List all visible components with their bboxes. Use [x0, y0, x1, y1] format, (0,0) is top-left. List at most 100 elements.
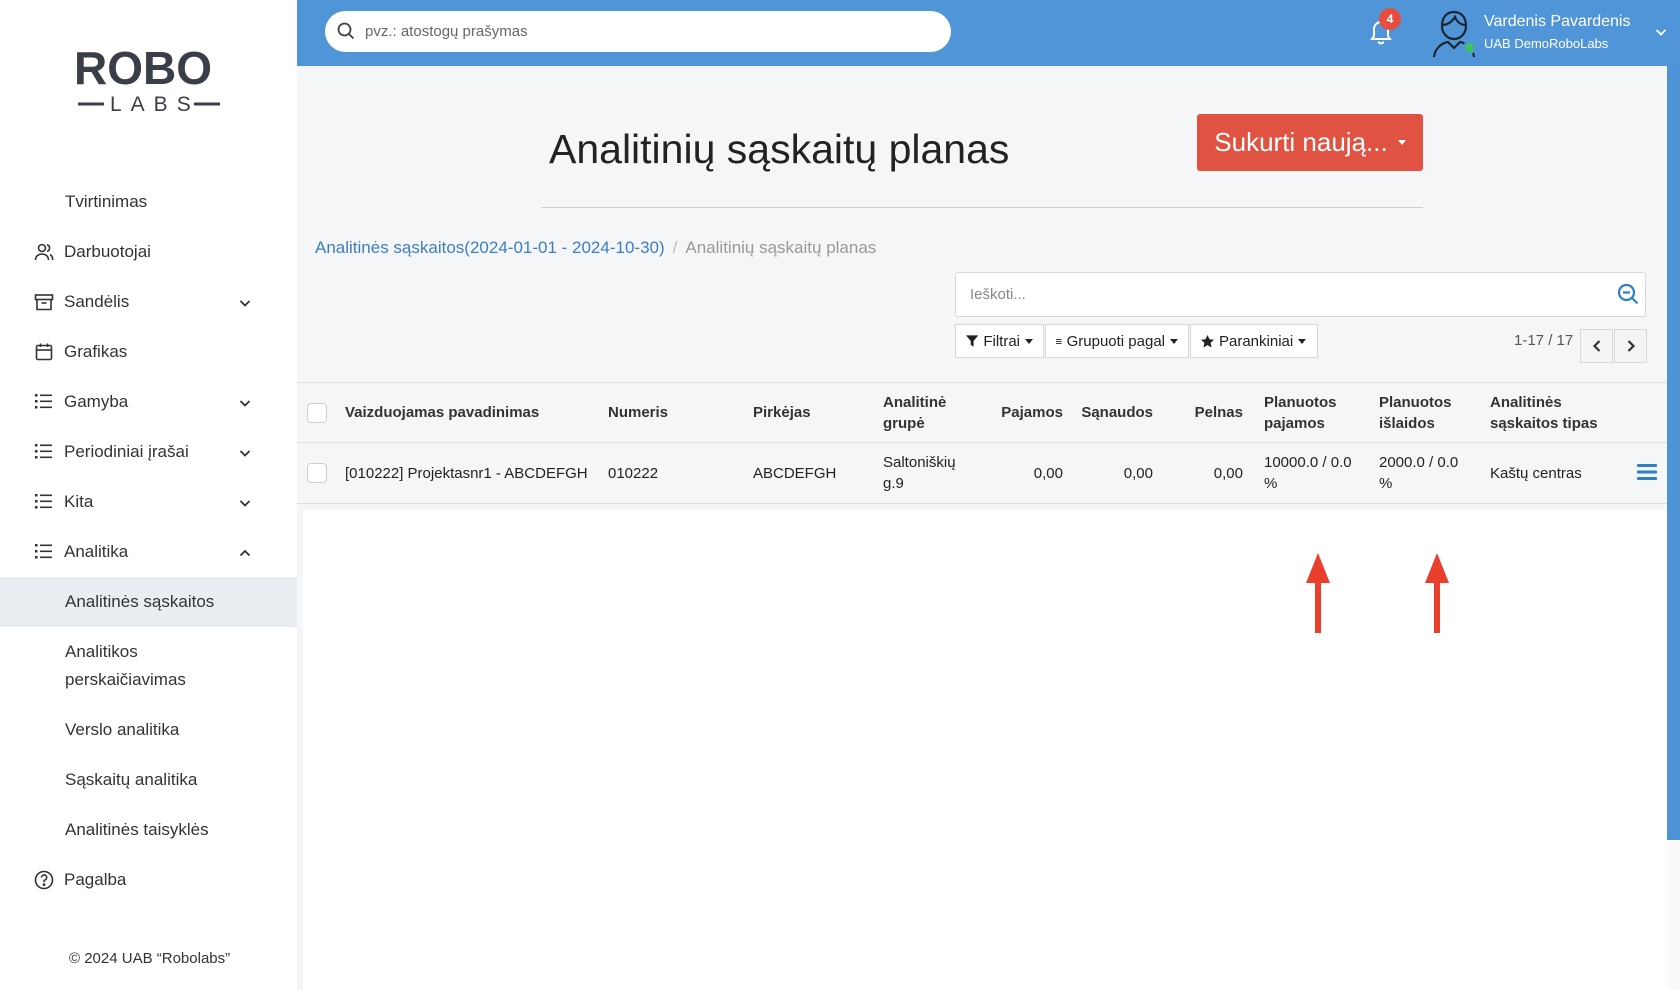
favorites-button[interactable]: Parankiniai: [1190, 324, 1318, 358]
search-icon[interactable]: [1617, 283, 1639, 305]
column-header-planned-expenses-line1: Planuotos: [1379, 393, 1452, 411]
chevron-down-icon: [238, 395, 252, 409]
scrollbar-thumb[interactable]: [1667, 66, 1680, 840]
filters-label: Filtrai: [983, 332, 1020, 350]
sidebar-item-label: Sąskaitų analitika: [65, 770, 198, 789]
chevron-down-icon: [238, 495, 252, 509]
chevron-down-icon: [238, 445, 252, 459]
column-header-type-line2: sąskaitos tipas: [1490, 414, 1598, 432]
column-header-planned-income[interactable]: Planuotos pajamos: [1264, 383, 1337, 442]
annotation-arrow-up-icon: [1306, 553, 1330, 633]
column-header-planned-expenses[interactable]: Planuotos išlaidos: [1379, 383, 1452, 442]
cell-group-line1: Saltoniškių: [883, 454, 956, 471]
user-name[interactable]: Vardenis Pavardenis: [1484, 13, 1630, 31]
column-header-planned-income-line1: Planuotos: [1264, 393, 1337, 411]
sidebar-item-darbuotojai[interactable]: Darbuotojai: [0, 227, 297, 277]
sidebar-item-analitikos-perskaiciavimas[interactable]: Analitikos perskaičiavimas: [0, 627, 297, 705]
sidebar-item-pagalba[interactable]: Pagalba: [0, 855, 297, 905]
sidebar-item-label: Kita: [64, 492, 94, 511]
column-header-planned-expenses-line2: išlaidos: [1379, 414, 1435, 432]
column-header-profit[interactable]: Pelnas: [1167, 383, 1243, 442]
row-checkbox[interactable]: [307, 463, 327, 483]
sidebar-item-saskaitu-analitika[interactable]: Sąskaitų analitika: [0, 755, 297, 805]
sidebar-item-grafikas[interactable]: Grafikas: [0, 327, 297, 377]
sidebar-item-gamyba[interactable]: Gamyba: [0, 377, 297, 427]
pager-previous-button[interactable]: [1580, 329, 1613, 363]
list-empty-area: [303, 510, 1667, 990]
robolabs-logo[interactable]: ROBO LABS: [74, 42, 224, 120]
create-new-button[interactable]: Sukurti naują...: [1197, 114, 1423, 171]
group-by-button[interactable]: Grupuoti pagal: [1045, 324, 1189, 358]
scrollbar[interactable]: [1667, 66, 1680, 990]
cell-group: Saltoniškių g.9: [883, 443, 956, 503]
page-title: Analitinių sąskaitų planas: [549, 126, 1010, 172]
global-search: [325, 11, 951, 52]
bars-icon: [1056, 338, 1062, 344]
cell-planned-income: 10000.0 / 0.0%: [1264, 443, 1352, 503]
sidebar-item-verslo-analitika[interactable]: Verslo analitika: [0, 705, 297, 755]
sidebar-item-label: Grafikas: [64, 342, 128, 361]
sidebar-item-sandelis[interactable]: Sandėlis: [0, 277, 297, 327]
favorites-label: Parankiniai: [1219, 332, 1294, 350]
online-status-indicator: [1463, 41, 1476, 54]
sidebar-item-label: Darbuotojai: [64, 242, 151, 261]
sidebar-item-analitines-saskaitos[interactable]: Analitinės sąskaitos: [0, 577, 297, 627]
sidebar-item-periodiniai-irasai[interactable]: Periodiniai įrašai: [0, 427, 297, 477]
title-divider: [541, 207, 1423, 208]
breadcrumb-current: Analitinių sąskaitų planas: [685, 238, 877, 257]
cell-profit: 0,00: [1213, 464, 1243, 482]
column-header-name[interactable]: Vaizduojamas pavadinimas: [345, 383, 539, 442]
column-header-income[interactable]: Pajamos: [977, 383, 1063, 442]
top-bar: 4 Vardenis Pavardenis UAB DemoRoboLabs: [297, 0, 1680, 66]
sidebar-item-label: Analitikos perskaičiavimas: [65, 638, 186, 694]
breadcrumb-link[interactable]: Analitinės sąskaitos(2024-01-01 - 2024-1…: [315, 238, 665, 257]
user-company: UAB DemoRoboLabs: [1484, 36, 1609, 51]
global-search-input[interactable]: [365, 11, 935, 52]
filters-button[interactable]: Filtrai: [955, 324, 1044, 358]
cell-planned-income-line2: %: [1264, 475, 1278, 492]
sidebar-item-label: Gamyba: [64, 392, 129, 411]
column-header-costs[interactable]: Sąnaudos: [1057, 383, 1153, 442]
group-by-label: Grupuoti pagal: [1066, 332, 1165, 350]
column-header-type[interactable]: Analitinės sąskaitos tipas: [1490, 383, 1598, 442]
row-menu-icon[interactable]: [1637, 463, 1657, 481]
chevron-left-icon: [1592, 340, 1600, 352]
sidebar-item-label-line2: perskaičiavimas: [65, 670, 186, 689]
column-header-group-line2: grupė: [883, 414, 925, 432]
column-header-group[interactable]: Analitinė grupė: [883, 383, 946, 442]
sidebar-item-label: Periodiniai įrašai: [64, 442, 189, 461]
select-all-checkbox[interactable]: [307, 402, 327, 423]
chevron-down-icon[interactable]: [1654, 25, 1668, 39]
caret-down-icon: [1025, 338, 1033, 344]
cell-planned-income-line1: 10000.0 / 0.0: [1264, 454, 1352, 471]
column-header-number[interactable]: Numeris: [608, 383, 668, 442]
cell-planned-expenses: 2000.0 / 0.0%: [1379, 443, 1458, 503]
caret-down-icon: [1170, 338, 1178, 344]
sidebar-item-label: Pagalba: [64, 870, 127, 889]
chevron-right-icon: [1627, 340, 1635, 352]
list-search: [955, 272, 1646, 317]
star-icon: [1201, 334, 1214, 347]
sidebar-item-label-line1: Analitikos: [65, 642, 138, 661]
table-header: Vaizduojamas pavadinimas Numeris Pirkėja…: [297, 382, 1667, 443]
chevron-up-icon: [238, 545, 252, 559]
table-row[interactable]: [010222] Projektasnr1 - ABCDEFGH 010222 …: [297, 443, 1667, 504]
caret-down-icon: [1397, 140, 1406, 145]
sidebar-item-label: Verslo analitika: [65, 720, 180, 739]
help-icon: [34, 870, 54, 890]
users-icon: [34, 242, 54, 262]
copyright-footer: © 2024 UAB “Robolabs”: [69, 950, 231, 967]
sidebar-item-kita[interactable]: Kita: [0, 477, 297, 527]
notification-badge: 4: [1379, 8, 1401, 30]
pager-next-button[interactable]: [1614, 329, 1647, 363]
archive-icon: [34, 292, 54, 312]
svg-text:ROBO: ROBO: [76, 44, 212, 94]
calendar-icon: [34, 342, 54, 362]
sidebar-item-analitines-taisykles[interactable]: Analitinės taisyklės: [0, 805, 297, 855]
sidebar-item-tvirtinimas[interactable]: Tvirtinimas: [0, 177, 297, 227]
sidebar-item-analitika[interactable]: Analitika: [0, 527, 297, 577]
list-search-input[interactable]: [970, 273, 1590, 316]
column-header-buyer[interactable]: Pirkėjas: [753, 383, 811, 442]
cell-planned-expenses-line1: 2000.0 / 0.0: [1379, 454, 1459, 471]
pager-counter[interactable]: 1-17 / 17: [1514, 332, 1573, 349]
